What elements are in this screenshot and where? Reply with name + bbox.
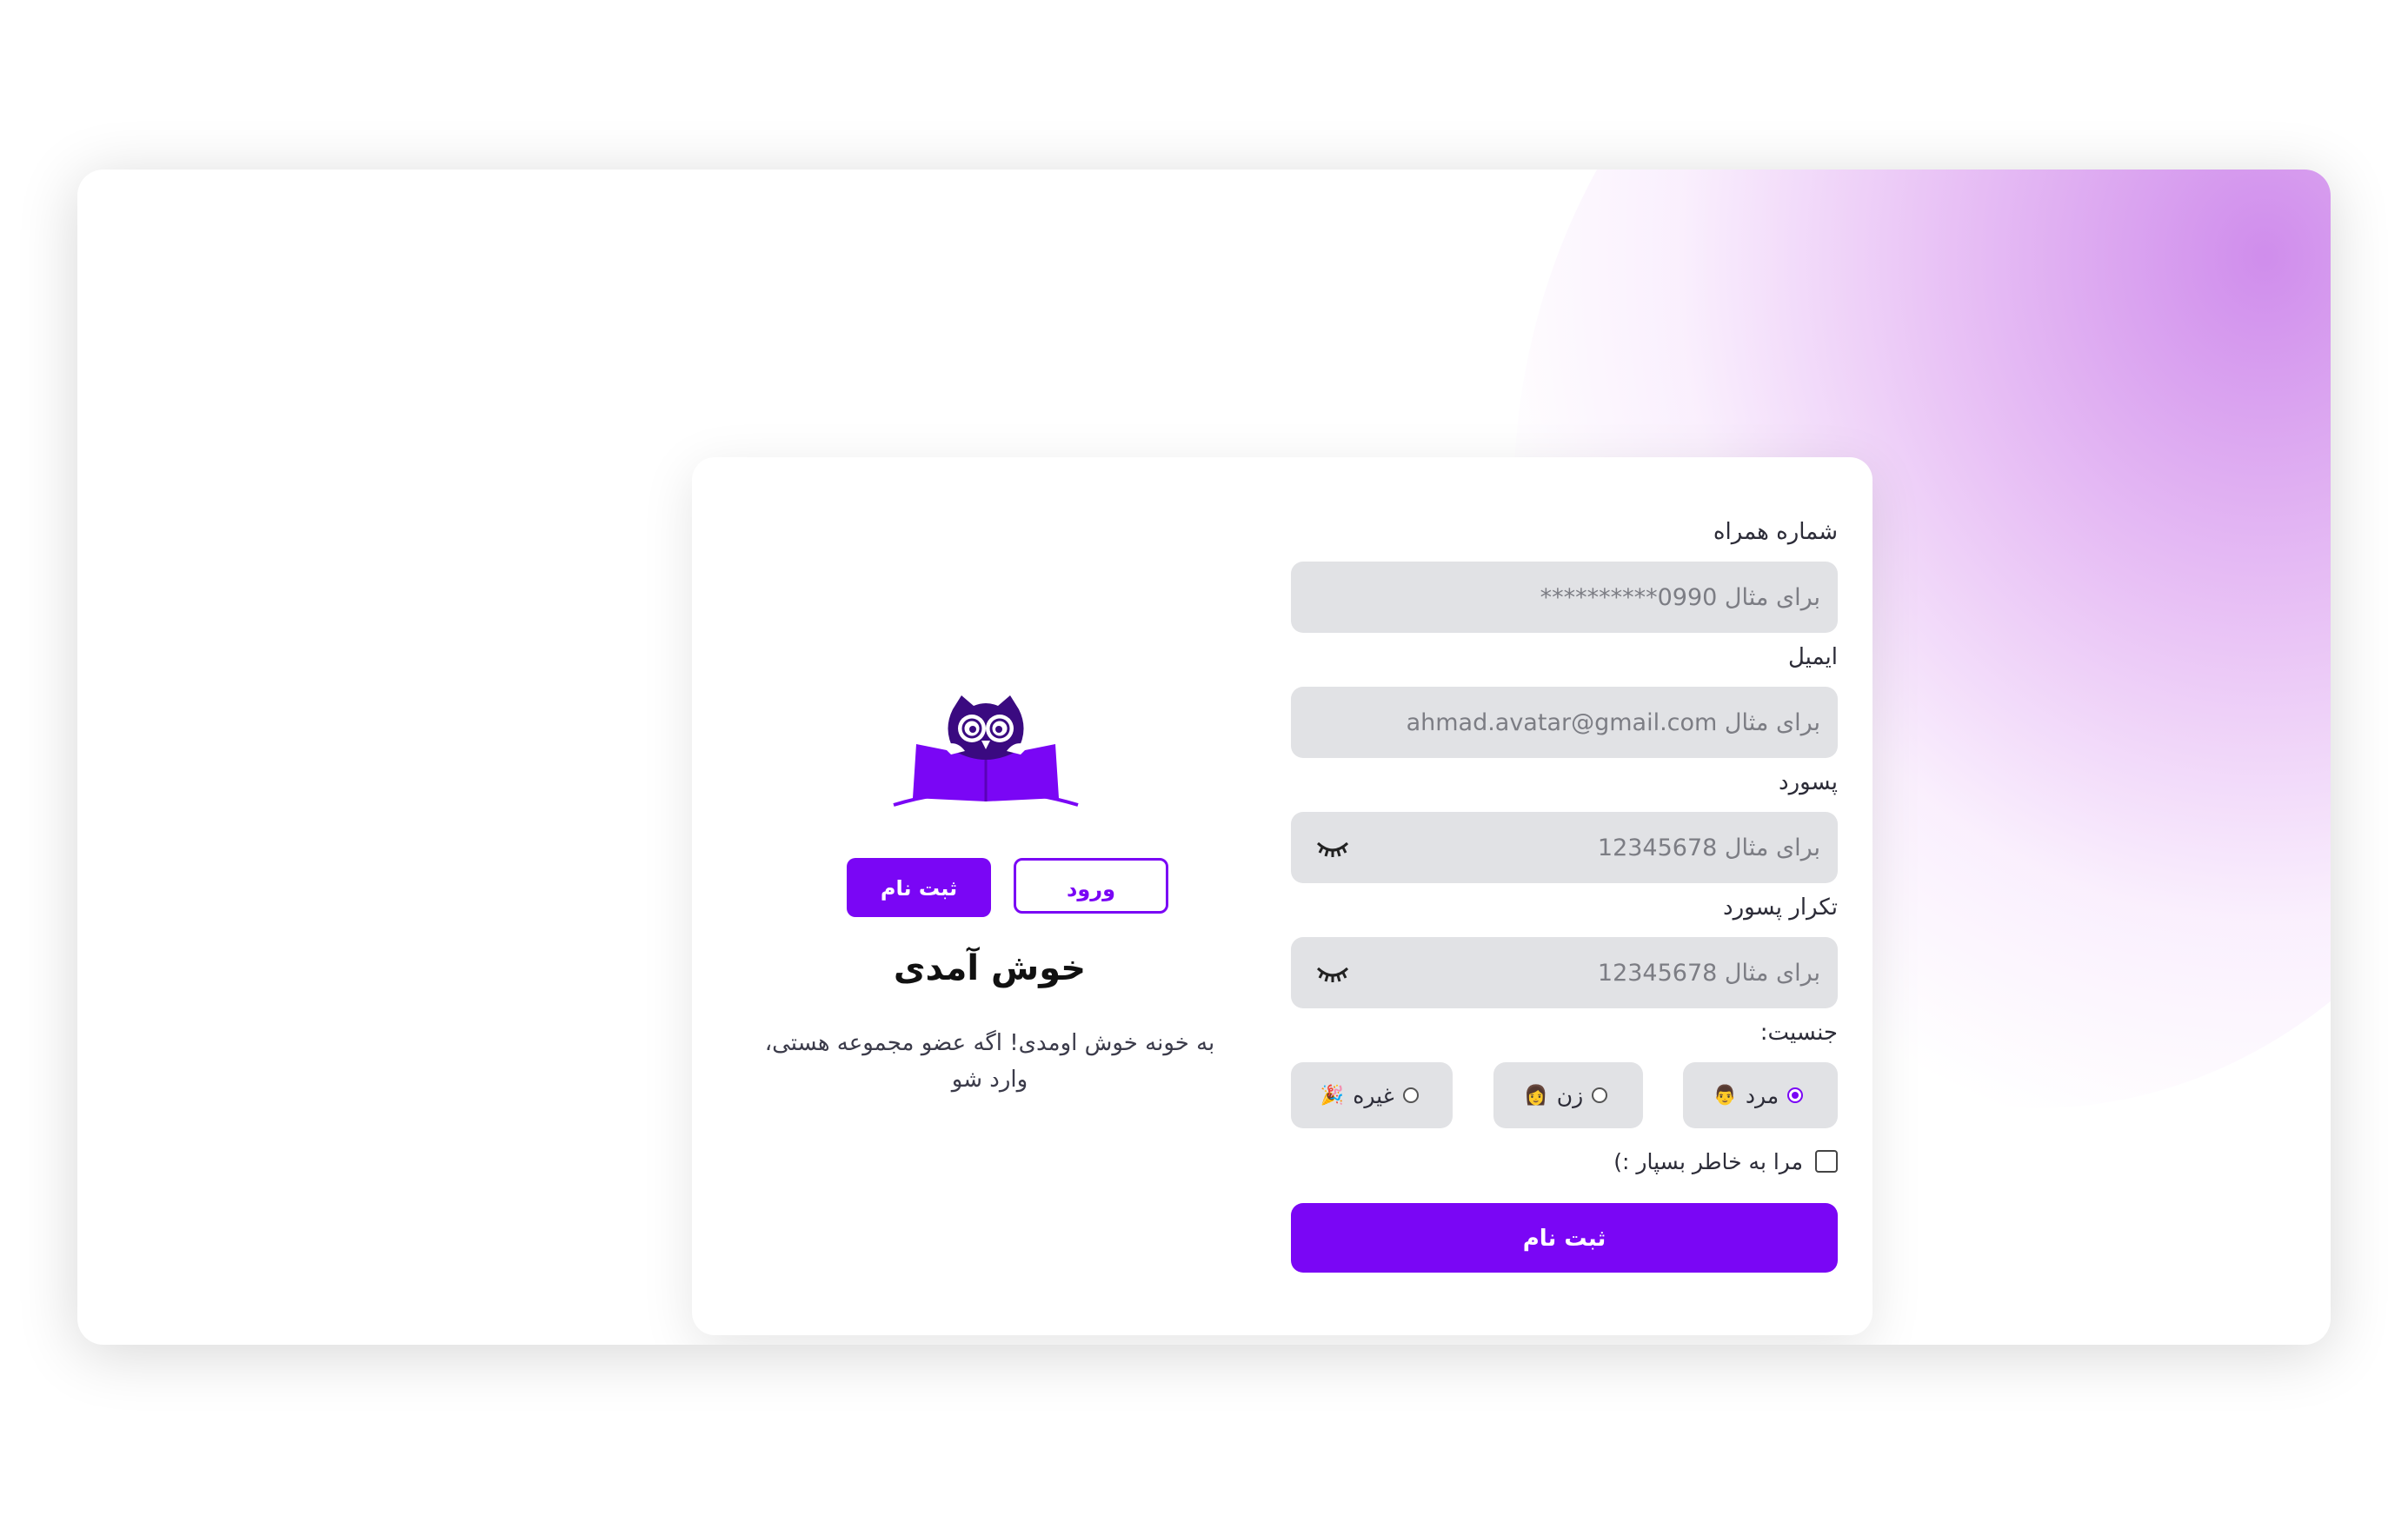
welcome-description: به خونه خوش اومدی! اگه عضو مجموعه هستی، … bbox=[764, 1030, 1215, 1093]
signup-tab-button[interactable]: ثبت نام bbox=[847, 858, 991, 917]
gender-option-label: مرد bbox=[1745, 1082, 1779, 1108]
gender-option-label: زن bbox=[1556, 1082, 1584, 1108]
remember-me-label: مرا به خاطر بسپار :) bbox=[1613, 1148, 1803, 1174]
radio-selected[interactable] bbox=[1787, 1087, 1804, 1103]
gender-option-female[interactable]: زن 👩 bbox=[1493, 1062, 1643, 1128]
gender-label: جنسیت: bbox=[1759, 1020, 1838, 1046]
password-input[interactable] bbox=[1291, 812, 1838, 883]
radio-unselected[interactable] bbox=[1402, 1087, 1419, 1103]
password-label: پسورد bbox=[1779, 769, 1838, 795]
gender-option-label: غیره bbox=[1353, 1082, 1394, 1108]
phone-label: شماره همراه bbox=[1713, 519, 1838, 545]
password-repeat-input[interactable] bbox=[1291, 937, 1838, 1008]
eye-closed-icon[interactable] bbox=[1315, 836, 1350, 859]
auth-card: ثبت نام ورود خوش آمدی به خونه خوش اومدی!… bbox=[692, 457, 1873, 1335]
submit-signup-button[interactable]: ثبت نام bbox=[1291, 1203, 1838, 1273]
gender-option-other[interactable]: غیره 🎉 bbox=[1291, 1062, 1453, 1128]
eye-closed-icon[interactable] bbox=[1315, 961, 1350, 984]
auth-mode-switch: ثبت نام ورود bbox=[847, 858, 1168, 917]
woman-emoji-icon: 👩 bbox=[1524, 1084, 1548, 1107]
welcome-title: خوش آمدی bbox=[893, 948, 1087, 988]
login-tab-button[interactable]: ورود bbox=[1014, 858, 1168, 914]
phone-input[interactable] bbox=[1291, 562, 1838, 633]
email-input[interactable] bbox=[1291, 687, 1838, 758]
phone-field-wrap bbox=[1291, 562, 1838, 633]
gender-option-male[interactable]: مرد 👨 bbox=[1683, 1062, 1838, 1128]
man-emoji-icon: 👨 bbox=[1713, 1084, 1737, 1107]
password-field-wrap bbox=[1291, 812, 1838, 883]
password-repeat-field-wrap bbox=[1291, 937, 1838, 1008]
email-field-wrap bbox=[1291, 687, 1838, 758]
gender-options: مرد 👨 زن 👩 غیره 🎉 bbox=[1291, 1062, 1838, 1128]
email-label: ایمیل bbox=[1787, 644, 1838, 670]
signup-form: شماره همراه ایمیل پسورد تکرار پسورد bbox=[1291, 515, 1838, 1273]
password-repeat-label: تکرار پسورد bbox=[1723, 894, 1838, 921]
owl-logo-icon bbox=[893, 695, 1079, 807]
app-window: ثبت نام ورود خوش آمدی به خونه خوش اومدی!… bbox=[77, 170, 2331, 1345]
remember-me-row[interactable]: مرا به خاطر بسپار :) bbox=[1291, 1144, 1838, 1179]
radio-unselected[interactable] bbox=[1592, 1087, 1608, 1103]
welcome-panel: ثبت نام ورود خوش آمدی به خونه خوش اومدی!… bbox=[692, 457, 1287, 1335]
party-emoji-icon: 🎉 bbox=[1320, 1084, 1345, 1107]
remember-me-checkbox[interactable] bbox=[1815, 1150, 1838, 1173]
